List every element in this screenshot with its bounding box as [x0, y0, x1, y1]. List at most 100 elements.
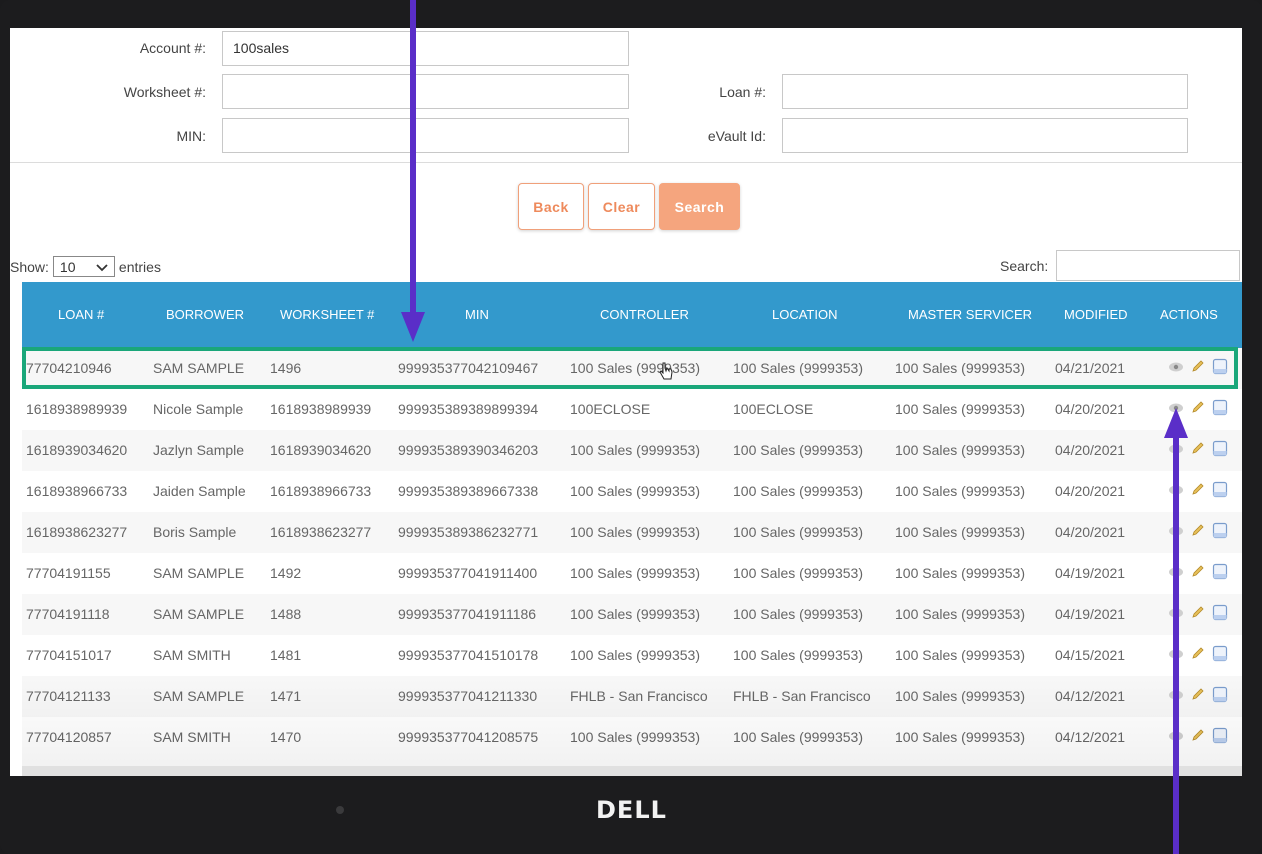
edit-icon[interactable]	[1190, 604, 1206, 625]
edit-icon[interactable]	[1190, 522, 1206, 543]
col-modified[interactable]: MODIFIED	[1064, 282, 1128, 348]
edit-icon[interactable]	[1190, 563, 1206, 584]
search-button[interactable]: Search	[659, 183, 740, 230]
view-icon[interactable]	[1168, 688, 1184, 706]
page-size-control: Show: 10 entries	[10, 256, 161, 277]
table-cell: 04/20/2021	[1055, 442, 1126, 458]
table-cell: 1470	[270, 729, 302, 745]
chevron-down-icon	[96, 259, 108, 275]
table-cell: 100ECLOSE	[570, 401, 651, 417]
table-cell: 999935389386232771	[398, 524, 539, 540]
table-cell: 100 Sales (9999353)	[895, 606, 1025, 622]
document-icon[interactable]	[1212, 358, 1228, 380]
view-icon[interactable]	[1168, 401, 1184, 419]
table-cell: 04/20/2021	[1055, 401, 1126, 417]
col-master-servicer[interactable]: MASTER SERVICER	[908, 282, 1032, 348]
table-cell: 100 Sales (9999353)	[733, 442, 863, 458]
edit-icon[interactable]	[1190, 399, 1206, 420]
table-cell: 999935389390346203	[398, 442, 539, 458]
document-icon[interactable]	[1212, 563, 1228, 585]
view-icon[interactable]	[1168, 565, 1184, 583]
table-cell: 100 Sales (9999353)	[895, 524, 1025, 540]
table-row[interactable]: 1618938623277 Boris Sample 1618938623277 99…	[22, 512, 1242, 553]
table-cell: 1471	[270, 688, 302, 704]
table-cell: 100 Sales (9999353)	[570, 442, 700, 458]
table-row[interactable]: 1618938989939 Nicole Sample 1618938989939 9…	[22, 389, 1242, 430]
edit-icon[interactable]	[1190, 481, 1206, 502]
evault-field[interactable]	[782, 118, 1188, 153]
document-icon[interactable]	[1212, 727, 1228, 749]
table-cell: 77704210946	[26, 360, 112, 376]
page-size-value: 10	[59, 258, 76, 275]
view-icon[interactable]	[1168, 442, 1184, 460]
edit-icon[interactable]	[1190, 686, 1206, 707]
table-row[interactable]: 1618938966733 Jaiden Sample 1618938966733 9…	[22, 471, 1242, 512]
document-icon[interactable]	[1212, 399, 1228, 421]
table-scrollbar[interactable]	[22, 766, 1242, 776]
row-actions	[1168, 676, 1228, 717]
table-row[interactable]: 77704120857 SAM SMITH 1470 9999353770412085…	[22, 717, 1242, 758]
view-icon[interactable]	[1168, 524, 1184, 542]
table-cell: 999935377041911186	[398, 606, 537, 622]
loan-field[interactable]	[782, 74, 1188, 109]
edit-icon[interactable]	[1190, 645, 1206, 666]
table-cell: 77704191118	[26, 606, 110, 622]
row-actions	[1168, 348, 1228, 389]
table-cell: 100 Sales (9999353)	[895, 647, 1025, 663]
document-icon[interactable]	[1212, 645, 1228, 667]
view-icon[interactable]	[1168, 483, 1184, 501]
view-icon[interactable]	[1168, 647, 1184, 665]
col-controller[interactable]: CONTROLLER	[600, 282, 689, 348]
edit-icon[interactable]	[1190, 440, 1206, 461]
form-divider	[10, 162, 1242, 163]
col-worksheet[interactable]: WORKSHEET #	[280, 282, 374, 348]
table-row[interactable]: 77704210946 SAM SAMPLE 1496 999935377042109…	[22, 348, 1242, 389]
document-icon[interactable]	[1212, 522, 1228, 544]
table-cell: 100 Sales (9999353)	[570, 606, 700, 622]
view-icon[interactable]	[1168, 729, 1184, 747]
row-actions	[1168, 430, 1228, 471]
table-cell: 100 Sales (9999353)	[733, 483, 863, 499]
table-cell: 100 Sales (9999353)	[570, 483, 700, 499]
table-cell: 100 Sales (9999353)	[733, 565, 863, 581]
account-field[interactable]: 100sales	[222, 31, 629, 66]
table-cell: 1618938966733	[270, 483, 372, 499]
table-cell: SAM SMITH	[153, 647, 231, 663]
min-field[interactable]	[222, 118, 629, 153]
table-cell: 100 Sales (9999353)	[895, 360, 1025, 376]
table-cell: 100 Sales (9999353)	[570, 360, 700, 376]
worksheet-field[interactable]	[222, 74, 629, 109]
table-row[interactable]: 77704191118 SAM SAMPLE 1488 999935377041911…	[22, 594, 1242, 635]
view-icon[interactable]	[1168, 606, 1184, 624]
page-size-select[interactable]: 10	[52, 256, 115, 277]
document-icon[interactable]	[1212, 604, 1228, 626]
col-location[interactable]: LOCATION	[772, 282, 838, 348]
table-cell: 100 Sales (9999353)	[570, 647, 700, 663]
row-actions	[1168, 635, 1228, 676]
edit-icon[interactable]	[1190, 727, 1206, 748]
show-label: Show:	[10, 258, 49, 275]
document-icon[interactable]	[1212, 481, 1228, 503]
col-min[interactable]: MIN	[465, 282, 489, 348]
col-loan[interactable]: LOAN #	[58, 282, 104, 348]
table-row[interactable]: 77704151017 SAM SMITH 1481 9999353770415101…	[22, 635, 1242, 676]
table-row[interactable]: 77704121133 SAM SAMPLE 1471 999935377041211…	[22, 676, 1242, 717]
table-row[interactable]: 77704191155 SAM SAMPLE 1492 999935377041911…	[22, 553, 1242, 594]
table-cell: 100 Sales (9999353)	[570, 729, 700, 745]
clear-button[interactable]: Clear	[588, 183, 655, 230]
table-search-input[interactable]	[1056, 250, 1240, 281]
back-button[interactable]: Back	[518, 183, 584, 230]
table-cell: 04/15/2021	[1055, 647, 1126, 663]
document-icon[interactable]	[1212, 686, 1228, 708]
view-icon[interactable]	[1168, 360, 1184, 378]
table-cell: 999935389389667338	[398, 483, 539, 499]
document-icon[interactable]	[1212, 440, 1228, 462]
col-borrower[interactable]: BORROWER	[166, 282, 244, 348]
table-cell: SAM SAMPLE	[153, 688, 245, 704]
hand-cursor-icon	[658, 362, 674, 387]
table-cell: 100 Sales (9999353)	[733, 647, 863, 663]
edit-icon[interactable]	[1190, 358, 1206, 379]
table-cell: 77704120857	[26, 729, 112, 745]
table-cell: SAM SAMPLE	[153, 606, 245, 622]
table-row[interactable]: 1618939034620 Jazlyn Sample 1618939034620 9…	[22, 430, 1242, 471]
